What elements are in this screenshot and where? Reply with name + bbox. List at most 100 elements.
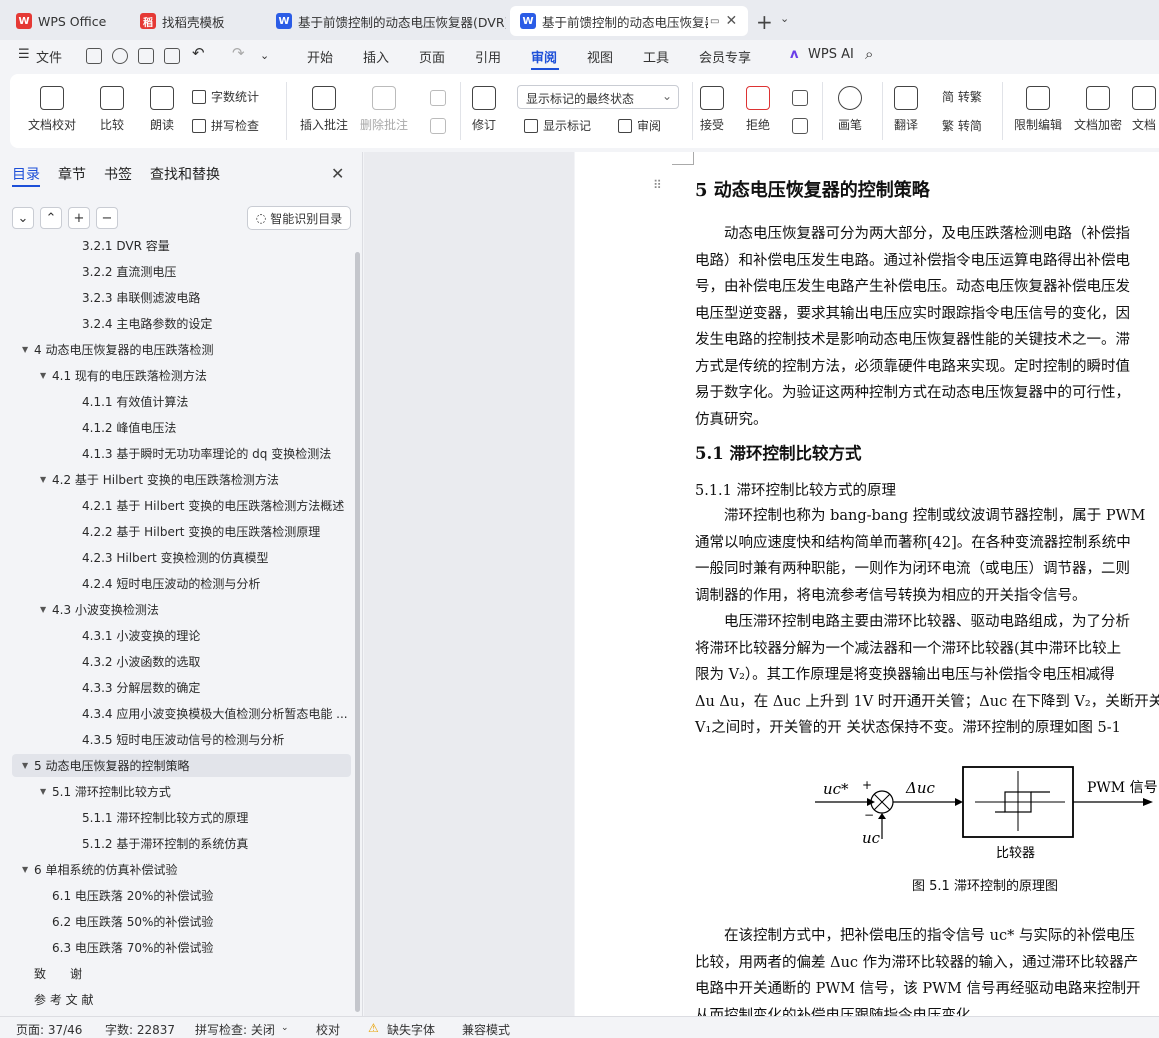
markup-state-select[interactable]: 显示标记的最终状态 ⌄ bbox=[517, 85, 679, 109]
menu-file[interactable]: 文件 bbox=[36, 47, 62, 66]
remove-heading-icon[interactable]: − bbox=[96, 207, 118, 229]
tab-document-1[interactable]: W 基于前馈控制的动态电压恢复器(DVR) bbox=[266, 6, 506, 36]
previous-comment-icon[interactable] bbox=[430, 90, 446, 106]
print-preview-icon[interactable] bbox=[164, 48, 180, 64]
toc-item[interactable]: 4.3.1 小波变换的理论 bbox=[12, 624, 351, 647]
tab-docer[interactable]: 稻 找稻壳模板 bbox=[130, 6, 262, 36]
previous-change-icon[interactable] bbox=[792, 90, 808, 106]
expand-arrow-icon[interactable]: ▼ bbox=[40, 371, 52, 380]
toc-item[interactable]: 3.2.2 直流测电压 bbox=[12, 260, 351, 283]
redo-icon[interactable]: ↷ bbox=[232, 44, 245, 62]
menu-tools[interactable]: 工具 bbox=[643, 47, 669, 66]
screen-icon[interactable]: ▭ bbox=[710, 16, 719, 27]
toc-item[interactable]: 6.3 电压跌落 70%的补偿试验 bbox=[12, 936, 351, 959]
pen-button[interactable]: 画笔 bbox=[838, 86, 862, 133]
to-simplified-button[interactable]: 繁 转简 bbox=[942, 117, 982, 134]
menu-insert[interactable]: 插入 bbox=[363, 47, 389, 66]
drag-handle-icon[interactable]: ⠿ bbox=[653, 178, 662, 192]
toc-item[interactable]: 6.1 电压跌落 20%的补偿试验 bbox=[12, 884, 351, 907]
delete-comment-button[interactable]: 删除批注 bbox=[360, 86, 408, 133]
toc-item[interactable]: 3.2.3 串联侧滤波电路 bbox=[12, 286, 351, 309]
restrict-edit-button[interactable]: 限制编辑 bbox=[1014, 86, 1062, 133]
doc-more-button[interactable]: 文档 bbox=[1132, 86, 1156, 133]
toc-item[interactable]: 5.1.1 滞环控制比较方式的原理 bbox=[12, 806, 351, 829]
toc-item[interactable]: ▼ 6 单相系统的仿真补偿试验 bbox=[12, 858, 351, 881]
export-icon[interactable] bbox=[112, 48, 128, 64]
encrypt-doc-button[interactable]: 文档加密 bbox=[1074, 86, 1122, 133]
close-icon[interactable]: ✕ bbox=[331, 164, 344, 183]
to-traditional-button[interactable]: 简 转繁 bbox=[942, 88, 982, 105]
next-comment-icon[interactable] bbox=[430, 118, 446, 134]
expand-chevron-icon[interactable]: ⌃ bbox=[40, 207, 62, 229]
toc-item[interactable]: 4.3.2 小波函数的选取 bbox=[12, 650, 351, 673]
document-page[interactable]: ⠿ 5 动态电压恢复器的控制策略 动态电压恢复器可分为两大部分，及电压跌落检测电… bbox=[575, 152, 1159, 1016]
translate-button[interactable]: 翻译 bbox=[894, 86, 918, 133]
toc-item[interactable]: 4.1.3 基于瞬时无功功率理论的 dq 变换检测法 bbox=[12, 442, 351, 465]
toc-item[interactable]: 3.2.1 DVR 容量 bbox=[12, 240, 351, 257]
add-heading-icon[interactable]: + bbox=[68, 207, 90, 229]
expand-arrow-icon[interactable]: ▼ bbox=[40, 787, 52, 796]
tab-document-2[interactable]: W 基于前馈控制的动态电压恢复器 ▭ ✕ bbox=[510, 6, 748, 36]
toc-item[interactable]: 4.3.3 分解层数的确定 bbox=[12, 676, 351, 699]
menu-view[interactable]: 视图 bbox=[587, 47, 613, 66]
doc-check-button[interactable]: 文档校对 bbox=[28, 86, 76, 133]
menu-member[interactable]: 会员专享 bbox=[699, 47, 751, 66]
tab-wps-office[interactable]: W WPS Office bbox=[6, 6, 124, 36]
show-markup-button[interactable]: 显示标记 bbox=[524, 117, 591, 134]
toc-item[interactable]: 6.2 电压跌落 50%的补偿试验 bbox=[12, 910, 351, 933]
review-pane-button[interactable]: 审阅 bbox=[618, 117, 661, 134]
chevron-down-icon[interactable]: ⌄ bbox=[780, 12, 789, 25]
toc-item[interactable]: 4.2.1 基于 Hilbert 变换的电压跌落检测方法概述 bbox=[12, 494, 351, 517]
spell-check-button[interactable]: 拼写检查 bbox=[192, 117, 259, 134]
toc-item[interactable]: 5.1.2 基于滞环控制的系统仿真 bbox=[12, 832, 351, 855]
menu-page[interactable]: 页面 bbox=[419, 47, 445, 66]
scrollbar[interactable] bbox=[355, 252, 360, 1012]
tab-bookmarks[interactable]: 书签 bbox=[104, 164, 132, 184]
tab-find-replace[interactable]: 查找和替换 bbox=[150, 164, 220, 184]
expand-arrow-icon[interactable]: ▼ bbox=[22, 865, 34, 874]
toc-item[interactable]: ▼ 4 动态电压恢复器的电压跌落检测 bbox=[12, 338, 351, 361]
toc-item[interactable]: 4.3.4 应用小波变换模极大值检测分析暂态电能 ... bbox=[12, 702, 351, 725]
toc-item[interactable]: ▼ 5 动态电压恢复器的控制策略 bbox=[12, 754, 351, 777]
expand-arrow-icon[interactable]: ▼ bbox=[22, 345, 34, 354]
toc-item[interactable]: 参 考 文 献 bbox=[12, 988, 351, 1011]
toc-item[interactable]: 4.2.2 基于 Hilbert 变换的电压跌落检测原理 bbox=[12, 520, 351, 543]
menu-references[interactable]: 引用 bbox=[475, 47, 501, 66]
next-change-icon[interactable] bbox=[792, 118, 808, 134]
toc-item[interactable]: 致 谢 bbox=[12, 962, 351, 985]
missing-font-status[interactable]: 缺失字体 bbox=[387, 1021, 435, 1038]
spell-check-status[interactable]: 拼写检查: 关闭 bbox=[195, 1021, 275, 1038]
expand-arrow-icon[interactable]: ▼ bbox=[22, 761, 34, 770]
compare-button[interactable]: 比较 bbox=[100, 86, 124, 133]
menu-home[interactable]: 开始 bbox=[307, 47, 333, 66]
accept-button[interactable]: 接受 bbox=[700, 86, 724, 133]
hamburger-icon[interactable]: ☰ bbox=[18, 47, 30, 62]
menu-wps-ai[interactable]: WPS AI bbox=[808, 47, 854, 62]
tab-chapters[interactable]: 章节 bbox=[58, 164, 86, 184]
expand-arrow-icon[interactable]: ▼ bbox=[40, 475, 52, 484]
toc-item[interactable]: 4.2.3 Hilbert 变换检测的仿真模型 bbox=[12, 546, 351, 569]
close-icon[interactable]: ✕ bbox=[725, 13, 737, 29]
chevron-down-icon[interactable]: ⌄ bbox=[281, 1023, 289, 1033]
undo-icon[interactable]: ↶ bbox=[192, 44, 205, 62]
reject-button[interactable]: 拒绝 bbox=[746, 86, 770, 133]
toc-item[interactable]: 3.2.4 主电路参数的设定 bbox=[12, 312, 351, 335]
track-changes-button[interactable]: 修订 bbox=[472, 86, 496, 133]
toc-item[interactable]: 4.2.4 短时电压波动的检测与分析 bbox=[12, 572, 351, 595]
page-indicator[interactable]: 页面: 37/46 bbox=[16, 1021, 82, 1038]
toc-item[interactable]: 4.3.5 短时电压波动信号的检测与分析 bbox=[12, 728, 351, 751]
new-tab-icon[interactable]: + bbox=[756, 10, 773, 34]
chevron-down-icon[interactable]: ⌄ bbox=[260, 49, 269, 62]
print-icon[interactable] bbox=[138, 48, 154, 64]
word-count-button[interactable]: 字数统计 bbox=[192, 88, 259, 105]
read-aloud-button[interactable]: 朗读 bbox=[150, 86, 174, 133]
toc-item[interactable]: ▼ 4.1 现有的电压跌落检测方法 bbox=[12, 364, 351, 387]
word-count[interactable]: 字数: 22837 bbox=[105, 1021, 175, 1038]
toc-item[interactable]: 4.1.1 有效值计算法 bbox=[12, 390, 351, 413]
smart-toc-button[interactable]: ◌ 智能识别目录 bbox=[247, 206, 351, 230]
menu-review[interactable]: 审阅 bbox=[531, 47, 557, 66]
toc-item[interactable]: ▼ 4.3 小波变换检测法 bbox=[12, 598, 351, 621]
tab-toc[interactable]: 目录 bbox=[12, 164, 40, 184]
toc-item[interactable]: ▼ 4.2 基于 Hilbert 变换的电压跌落检测方法 bbox=[12, 468, 351, 491]
search-icon[interactable]: ⌕ bbox=[865, 45, 873, 63]
